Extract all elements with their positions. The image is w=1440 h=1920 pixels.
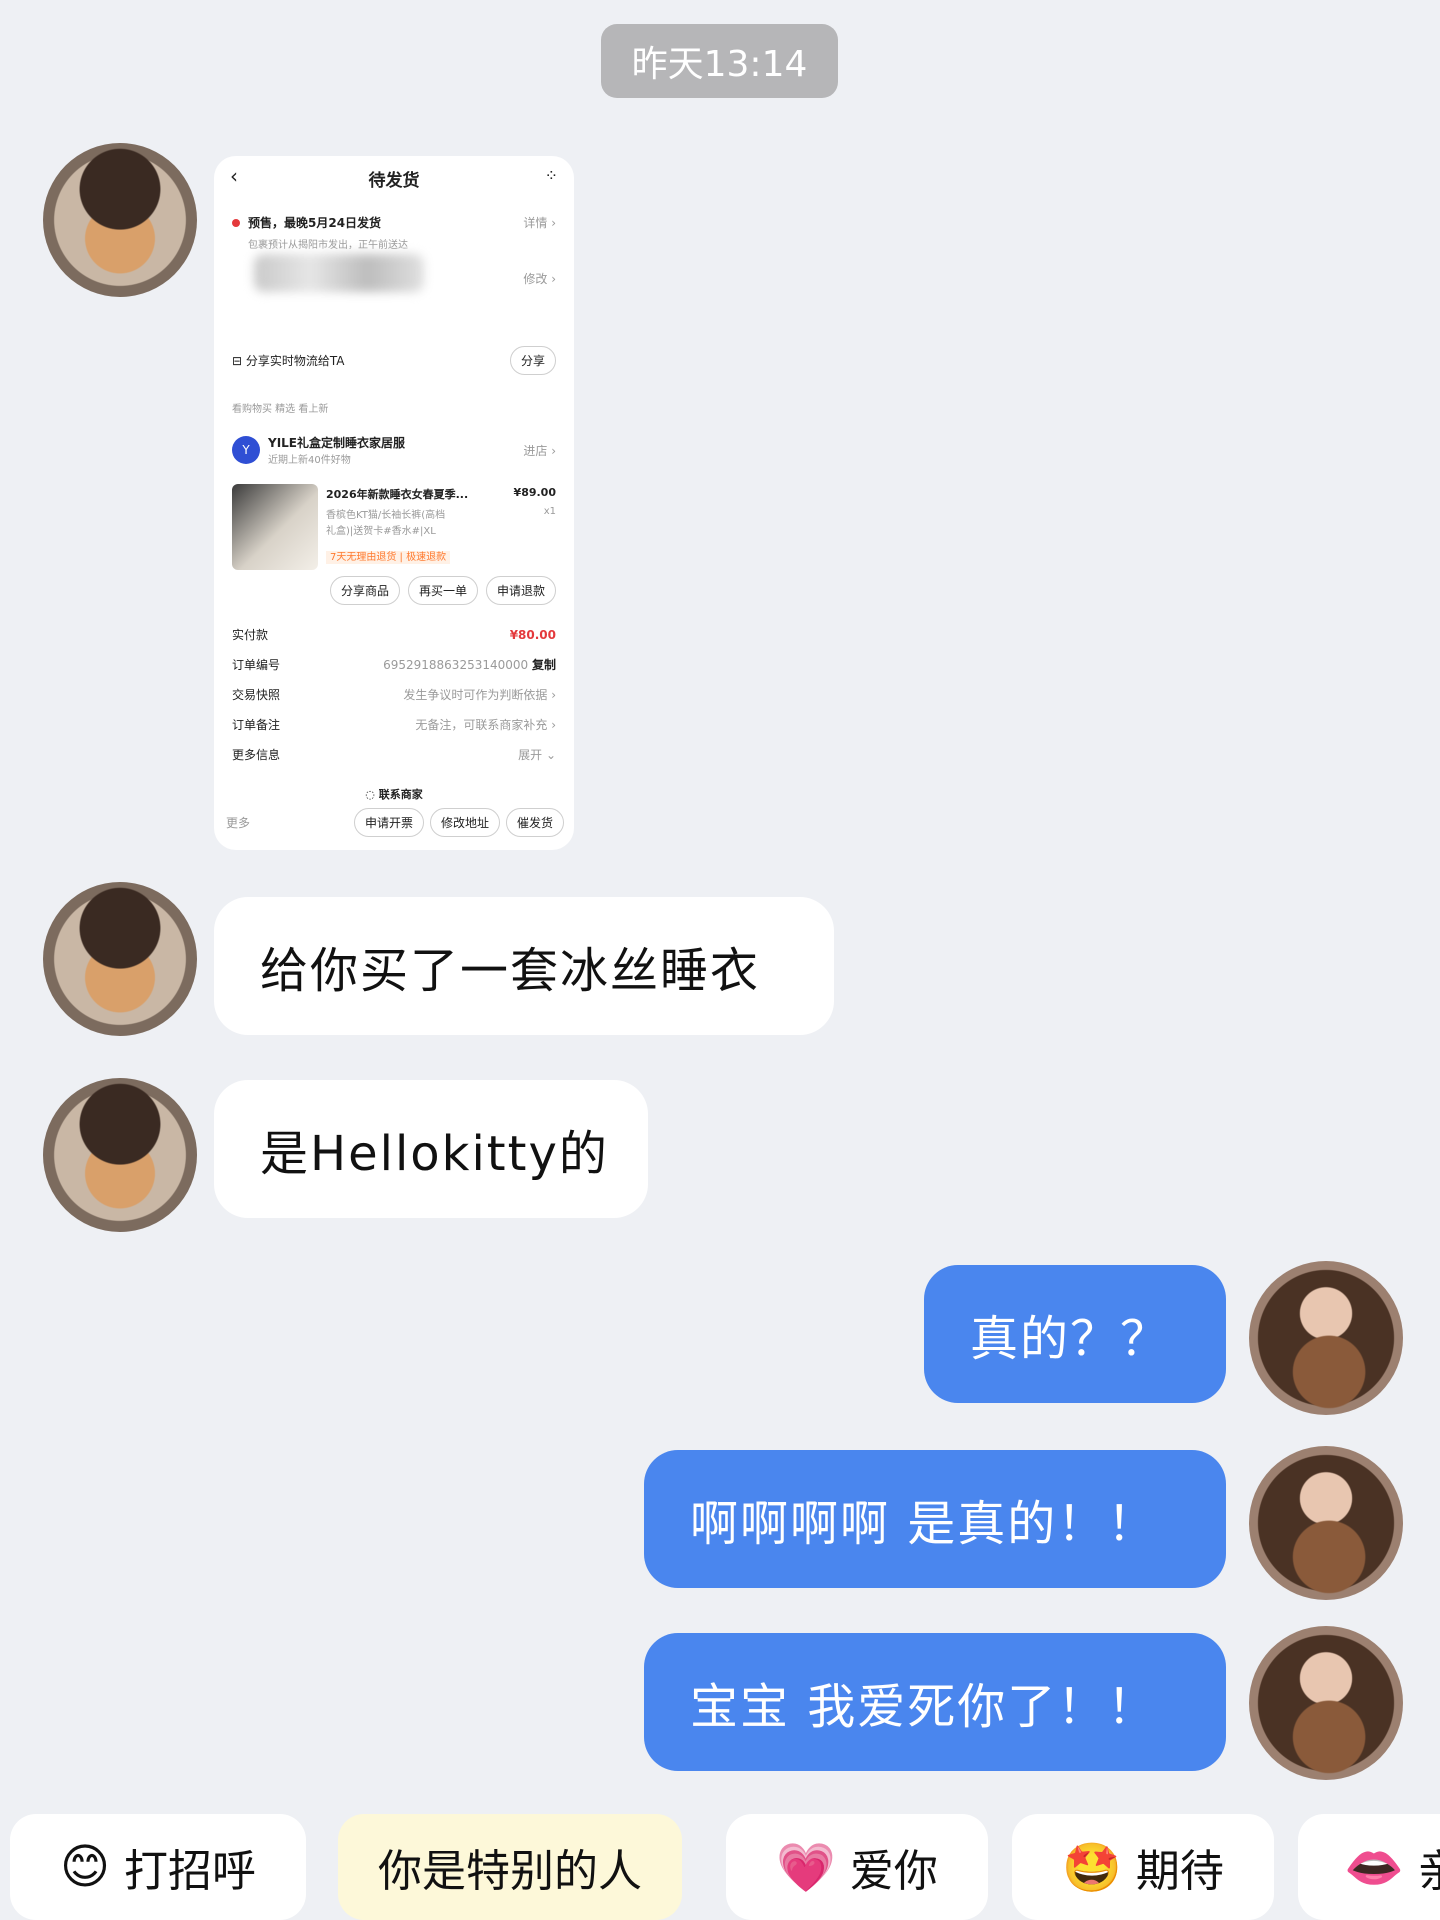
my-avatar[interactable] bbox=[1249, 1261, 1403, 1415]
remark-label: 订单备注 bbox=[232, 718, 281, 732]
fav-shop-text: 看购物买 精选 看上新 bbox=[232, 404, 329, 415]
snapshot-label: 交易快照 bbox=[232, 688, 281, 702]
smile-emoji-icon: 😊 bbox=[59, 1839, 111, 1895]
message-bubble[interactable]: 宝宝 我爱死你了！！ bbox=[644, 1633, 1226, 1771]
invoice-button: 申请开票 bbox=[353, 808, 424, 837]
bag-icon: ⊟ bbox=[232, 354, 243, 368]
order-no-label: 订单编号 bbox=[232, 658, 281, 672]
more-info-value: 展开 bbox=[518, 748, 543, 762]
quick-reply-kiss[interactable]: 👄 亲 bbox=[1298, 1814, 1440, 1920]
chat-bubble-icon: ◌ bbox=[365, 788, 375, 801]
presale-detail: 详情 bbox=[523, 216, 548, 230]
shop-name: YILE礼盒定制睡衣家居服 bbox=[268, 436, 405, 450]
heart-emoji-icon: 💗 bbox=[776, 1839, 836, 1896]
shop-logo-icon: Y bbox=[232, 436, 260, 464]
order-no-value: 6952918863253140000 bbox=[383, 658, 529, 672]
message-bubble[interactable]: 是Hellokitty的 bbox=[214, 1080, 648, 1218]
share-logistics-text: 分享实时物流给TA bbox=[245, 354, 345, 368]
quick-reply-label: 期待 bbox=[1135, 1846, 1224, 1897]
quick-reply-label: 亲 bbox=[1417, 1846, 1440, 1897]
contact-seller-text: 联系商家 bbox=[378, 788, 423, 801]
order-header-title: 待发货 bbox=[368, 171, 420, 191]
quick-reply-label: 打招呼 bbox=[124, 1846, 257, 1897]
quick-reply-love[interactable]: 💗 爱你 bbox=[726, 1814, 988, 1920]
product-qty: x1 bbox=[543, 506, 556, 517]
chat-timestamp: 昨天13:14 bbox=[601, 24, 838, 98]
message-bubble[interactable]: 啊啊啊啊 是真的！！ bbox=[644, 1450, 1226, 1588]
status-dot-icon bbox=[232, 219, 240, 227]
enter-shop-link: 进店 bbox=[523, 443, 548, 458]
remark-value: 无备注，可联系商家补充 bbox=[415, 718, 548, 732]
lips-emoji-icon: 👄 bbox=[1344, 1839, 1404, 1896]
quick-reply-expect[interactable]: 🤩 期待 bbox=[1012, 1814, 1274, 1920]
modify-address-button: 修改地址 bbox=[429, 808, 500, 837]
order-screenshot-image[interactable]: ‹ 待发货 ⁘ 预售，最晚5月24日发货 详情 › 包裹预计从揭阳市发出，正午前… bbox=[214, 156, 574, 850]
star-struck-emoji-icon: 🤩 bbox=[1062, 1839, 1122, 1896]
grid-icon: ⁘ bbox=[544, 166, 558, 185]
more-link: 更多 bbox=[226, 816, 251, 830]
message-bubble[interactable]: 真的？？ bbox=[924, 1265, 1226, 1403]
product-tag: 7天无理由退货 | 极速退款 bbox=[326, 551, 451, 564]
product-thumbnail bbox=[232, 484, 318, 570]
shop-sub: 近期上新40件好物 bbox=[268, 455, 351, 466]
copy-link: 复制 bbox=[531, 658, 556, 672]
modify-address-link: 修改 bbox=[523, 272, 548, 286]
contact-avatar[interactable] bbox=[43, 1078, 197, 1232]
quick-reply-special[interactable]: 你是特别的人 bbox=[338, 1814, 682, 1920]
contact-avatar[interactable] bbox=[43, 882, 197, 1036]
message-bubble[interactable]: 给你买了一套冰丝睡衣 bbox=[214, 897, 834, 1035]
share-button: 分享 bbox=[509, 346, 556, 375]
product-desc-2: 礼盒)|送贺卡#香水#|XL bbox=[326, 526, 436, 537]
product-title: 2026年新款睡衣女春夏季... bbox=[326, 488, 469, 501]
my-avatar[interactable] bbox=[1249, 1626, 1403, 1780]
share-product-button: 分享商品 bbox=[329, 576, 400, 605]
paid-label: 实付款 bbox=[232, 628, 269, 642]
quick-reply-greet[interactable]: 😊 打招呼 bbox=[10, 1814, 306, 1920]
quick-reply-label: 你是特别的人 bbox=[378, 1846, 642, 1897]
presale-text: 预售，最晚5月24日发货 bbox=[248, 216, 382, 230]
more-info-label: 更多信息 bbox=[232, 748, 281, 762]
product-price: ¥89.00 bbox=[513, 486, 556, 499]
my-avatar[interactable] bbox=[1249, 1446, 1403, 1600]
refund-button: 申请退款 bbox=[485, 576, 556, 605]
quick-reply-label: 爱你 bbox=[849, 1846, 938, 1897]
product-desc-1: 香槟色KT猫/长袖长裤(高档 bbox=[326, 510, 446, 521]
buy-again-button: 再买一单 bbox=[407, 576, 478, 605]
urge-shipping-button: 催发货 bbox=[505, 808, 564, 837]
presale-sub: 包裹预计从揭阳市发出，正午前送达 bbox=[248, 240, 408, 251]
contact-avatar[interactable] bbox=[43, 143, 197, 297]
snapshot-value: 发生争议时可作为判断依据 bbox=[403, 688, 548, 702]
paid-value: ¥80.00 bbox=[509, 627, 556, 642]
